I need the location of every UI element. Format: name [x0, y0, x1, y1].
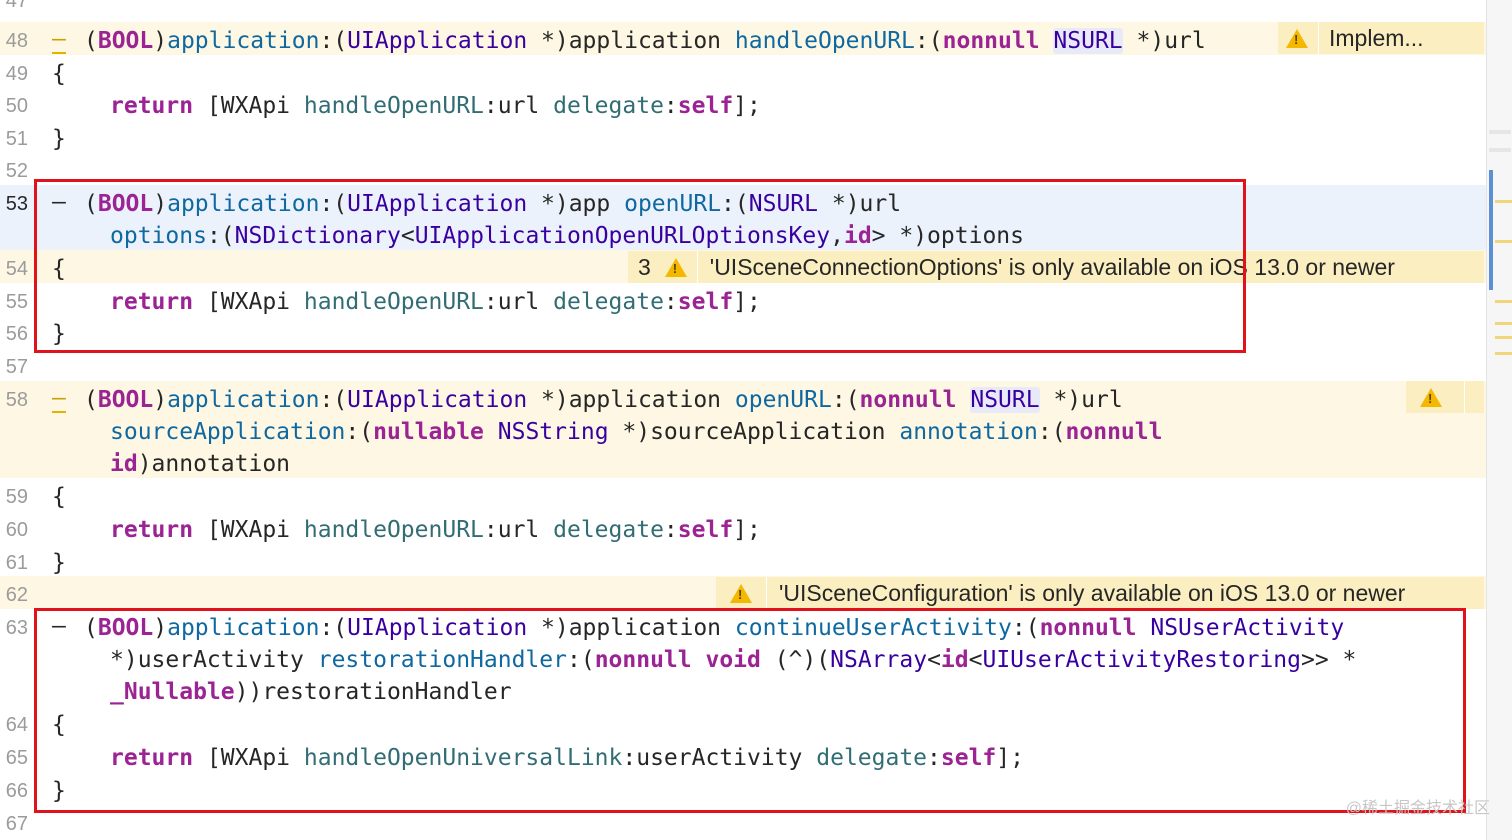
highlight-box-continue-user-activity [34, 608, 1466, 813]
watermark: @稀土掘金技术社区 [1345, 800, 1490, 817]
warning-dash-icon[interactable]: – [52, 385, 66, 413]
close-brace: } [52, 126, 66, 152]
warning-icon [1286, 28, 1308, 48]
code-line-61[interactable]: 61 } [0, 544, 1486, 576]
issue-scene-configuration[interactable]: 'UISceneConfiguration' is only available… [716, 577, 1484, 609]
issue-text: Implem... [1329, 24, 1424, 51]
issue-implem[interactable]: Implem... [1278, 22, 1484, 54]
line-number: 67 [5, 813, 28, 835]
code-line-51[interactable]: 51 } [0, 120, 1486, 152]
minimap-scrollbar[interactable] [1486, 0, 1512, 840]
minimap-viewport-indicator[interactable] [1489, 170, 1493, 290]
line-number: 66 [5, 780, 28, 802]
line-number: 47 [5, 0, 28, 12]
method-signature-cont: sourceApplication:(nullable NSString *)s… [110, 419, 1163, 445]
line-number: 61 [5, 552, 28, 574]
code-line-48[interactable]: 48 – (BOOL)application:(UIApplication *)… [0, 22, 1486, 55]
code-line-58[interactable]: 58 – (BOOL)application:(UIApplication *)… [0, 381, 1486, 478]
line-number: 57 [5, 356, 28, 378]
code-line-47[interactable]: 47 [0, 0, 1486, 14]
line-number: 64 [5, 714, 28, 736]
code-line-49[interactable]: 49 { [0, 55, 1486, 87]
line-number: 54 [5, 258, 28, 280]
warning-icon [1420, 387, 1442, 407]
line-number: 62 [5, 584, 28, 606]
method-signature: (BOOL)application:(UIApplication *)appli… [84, 28, 1206, 54]
code-line-59[interactable]: 59 { [0, 478, 1486, 511]
issue-text: 'UISceneConfiguration' is only available… [779, 579, 1406, 606]
line-number: 50 [5, 95, 28, 117]
minimap-mark [1489, 148, 1511, 152]
line-number: 51 [5, 128, 28, 150]
line-number: 53 [5, 193, 28, 215]
method-signature: (BOOL)application:(UIApplication *)appli… [84, 387, 1123, 413]
return-statement: return [WXApi handleOpenURL:url delegate… [110, 93, 761, 119]
line-number: 65 [5, 747, 28, 769]
open-brace: { [52, 484, 66, 510]
minimap-mark [1489, 130, 1511, 134]
minimap-warning-mark [1495, 322, 1512, 325]
line-number: 56 [5, 323, 28, 345]
line-number: 48 [5, 30, 28, 52]
line-number: 63 [5, 617, 28, 639]
close-brace: } [52, 550, 66, 576]
line-number: 55 [5, 291, 28, 313]
minimap-warning-mark [1495, 300, 1512, 303]
minimap-warning-mark [1495, 352, 1512, 355]
line-number: 60 [5, 519, 28, 541]
code-line-60[interactable]: 60 return [WXApi handleOpenURL:url deleg… [0, 511, 1486, 544]
line-number: 49 [5, 63, 28, 85]
minimap-warning-mark [1495, 336, 1512, 339]
line-number: 58 [5, 389, 28, 411]
code-line-50[interactable]: 50 return [WXApi handleOpenURL:url deleg… [0, 87, 1486, 120]
line-number: 59 [5, 486, 28, 508]
warning-dash-icon[interactable]: – [52, 26, 66, 54]
issue-deprecated[interactable] [1406, 381, 1484, 413]
minimap-warning-mark [1495, 200, 1512, 203]
method-signature-cont: id)annotation [110, 451, 291, 477]
highlight-box-openurl-options [34, 179, 1246, 353]
minimap-warning-mark [1495, 240, 1512, 243]
open-brace: { [52, 61, 66, 87]
warning-icon [730, 583, 752, 603]
return-statement: return [WXApi handleOpenURL:url delegate… [110, 517, 761, 543]
line-number: 52 [5, 160, 28, 182]
